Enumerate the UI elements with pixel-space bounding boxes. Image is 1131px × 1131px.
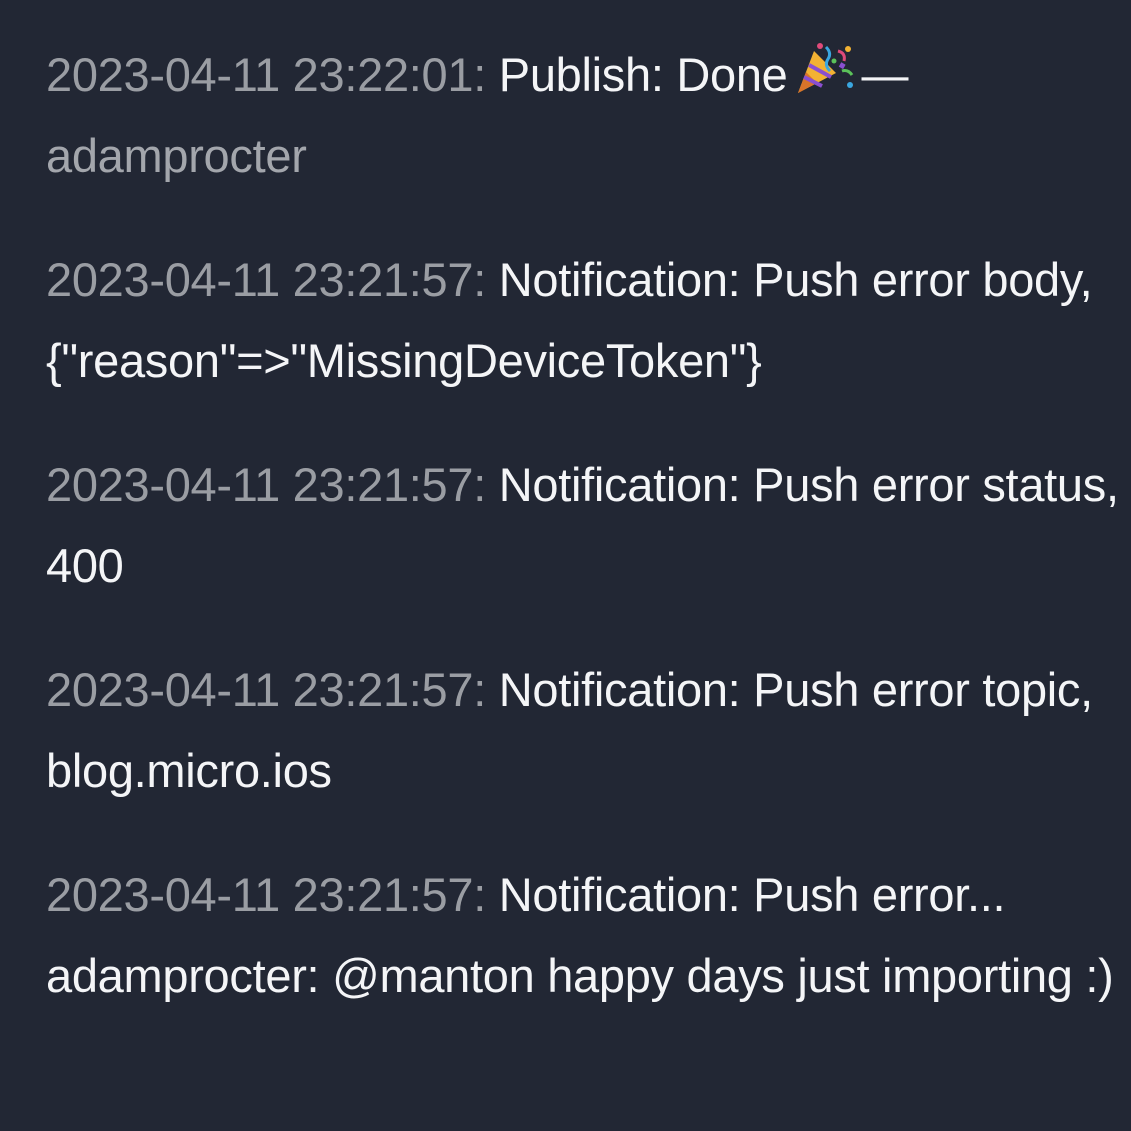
- log-entry[interactable]: 2023-04-11 23:21:57: Notification: Push …: [46, 239, 1126, 401]
- log-timestamp: 2023-04-11 23:21:57:: [46, 253, 486, 306]
- log-message: Notification: Push error...: [498, 868, 1006, 921]
- log-entry[interactable]: 2023-04-11 23:21:57: Notification: Push …: [46, 649, 1126, 811]
- log-timestamp: 2023-04-11 23:21:57:: [46, 663, 486, 716]
- log-continuation: adamprocter: @manton happy days just imp…: [46, 949, 1114, 1002]
- log-entry-header: 2023-04-11 23:21:57: Notification: Push …: [46, 868, 1006, 921]
- log-separator: —: [861, 48, 909, 101]
- activity-log: 2023-04-11 23:22:01: Publish: Done — ada…: [46, 34, 1126, 1016]
- log-message: Publish: Done: [498, 48, 788, 101]
- log-entry[interactable]: 2023-04-11 23:21:57: Notification: Push …: [46, 854, 1126, 1016]
- party-popper-icon: [792, 40, 856, 96]
- log-timestamp: 2023-04-11 23:22:01:: [46, 48, 486, 101]
- log-entry[interactable]: 2023-04-11 23:21:57: Notification: Push …: [46, 444, 1126, 606]
- log-author[interactable]: adamprocter: [46, 129, 307, 182]
- log-timestamp: 2023-04-11 23:21:57:: [46, 868, 486, 921]
- log-entry[interactable]: 2023-04-11 23:22:01: Publish: Done — ada…: [46, 34, 1126, 196]
- log-timestamp: 2023-04-11 23:21:57:: [46, 458, 486, 511]
